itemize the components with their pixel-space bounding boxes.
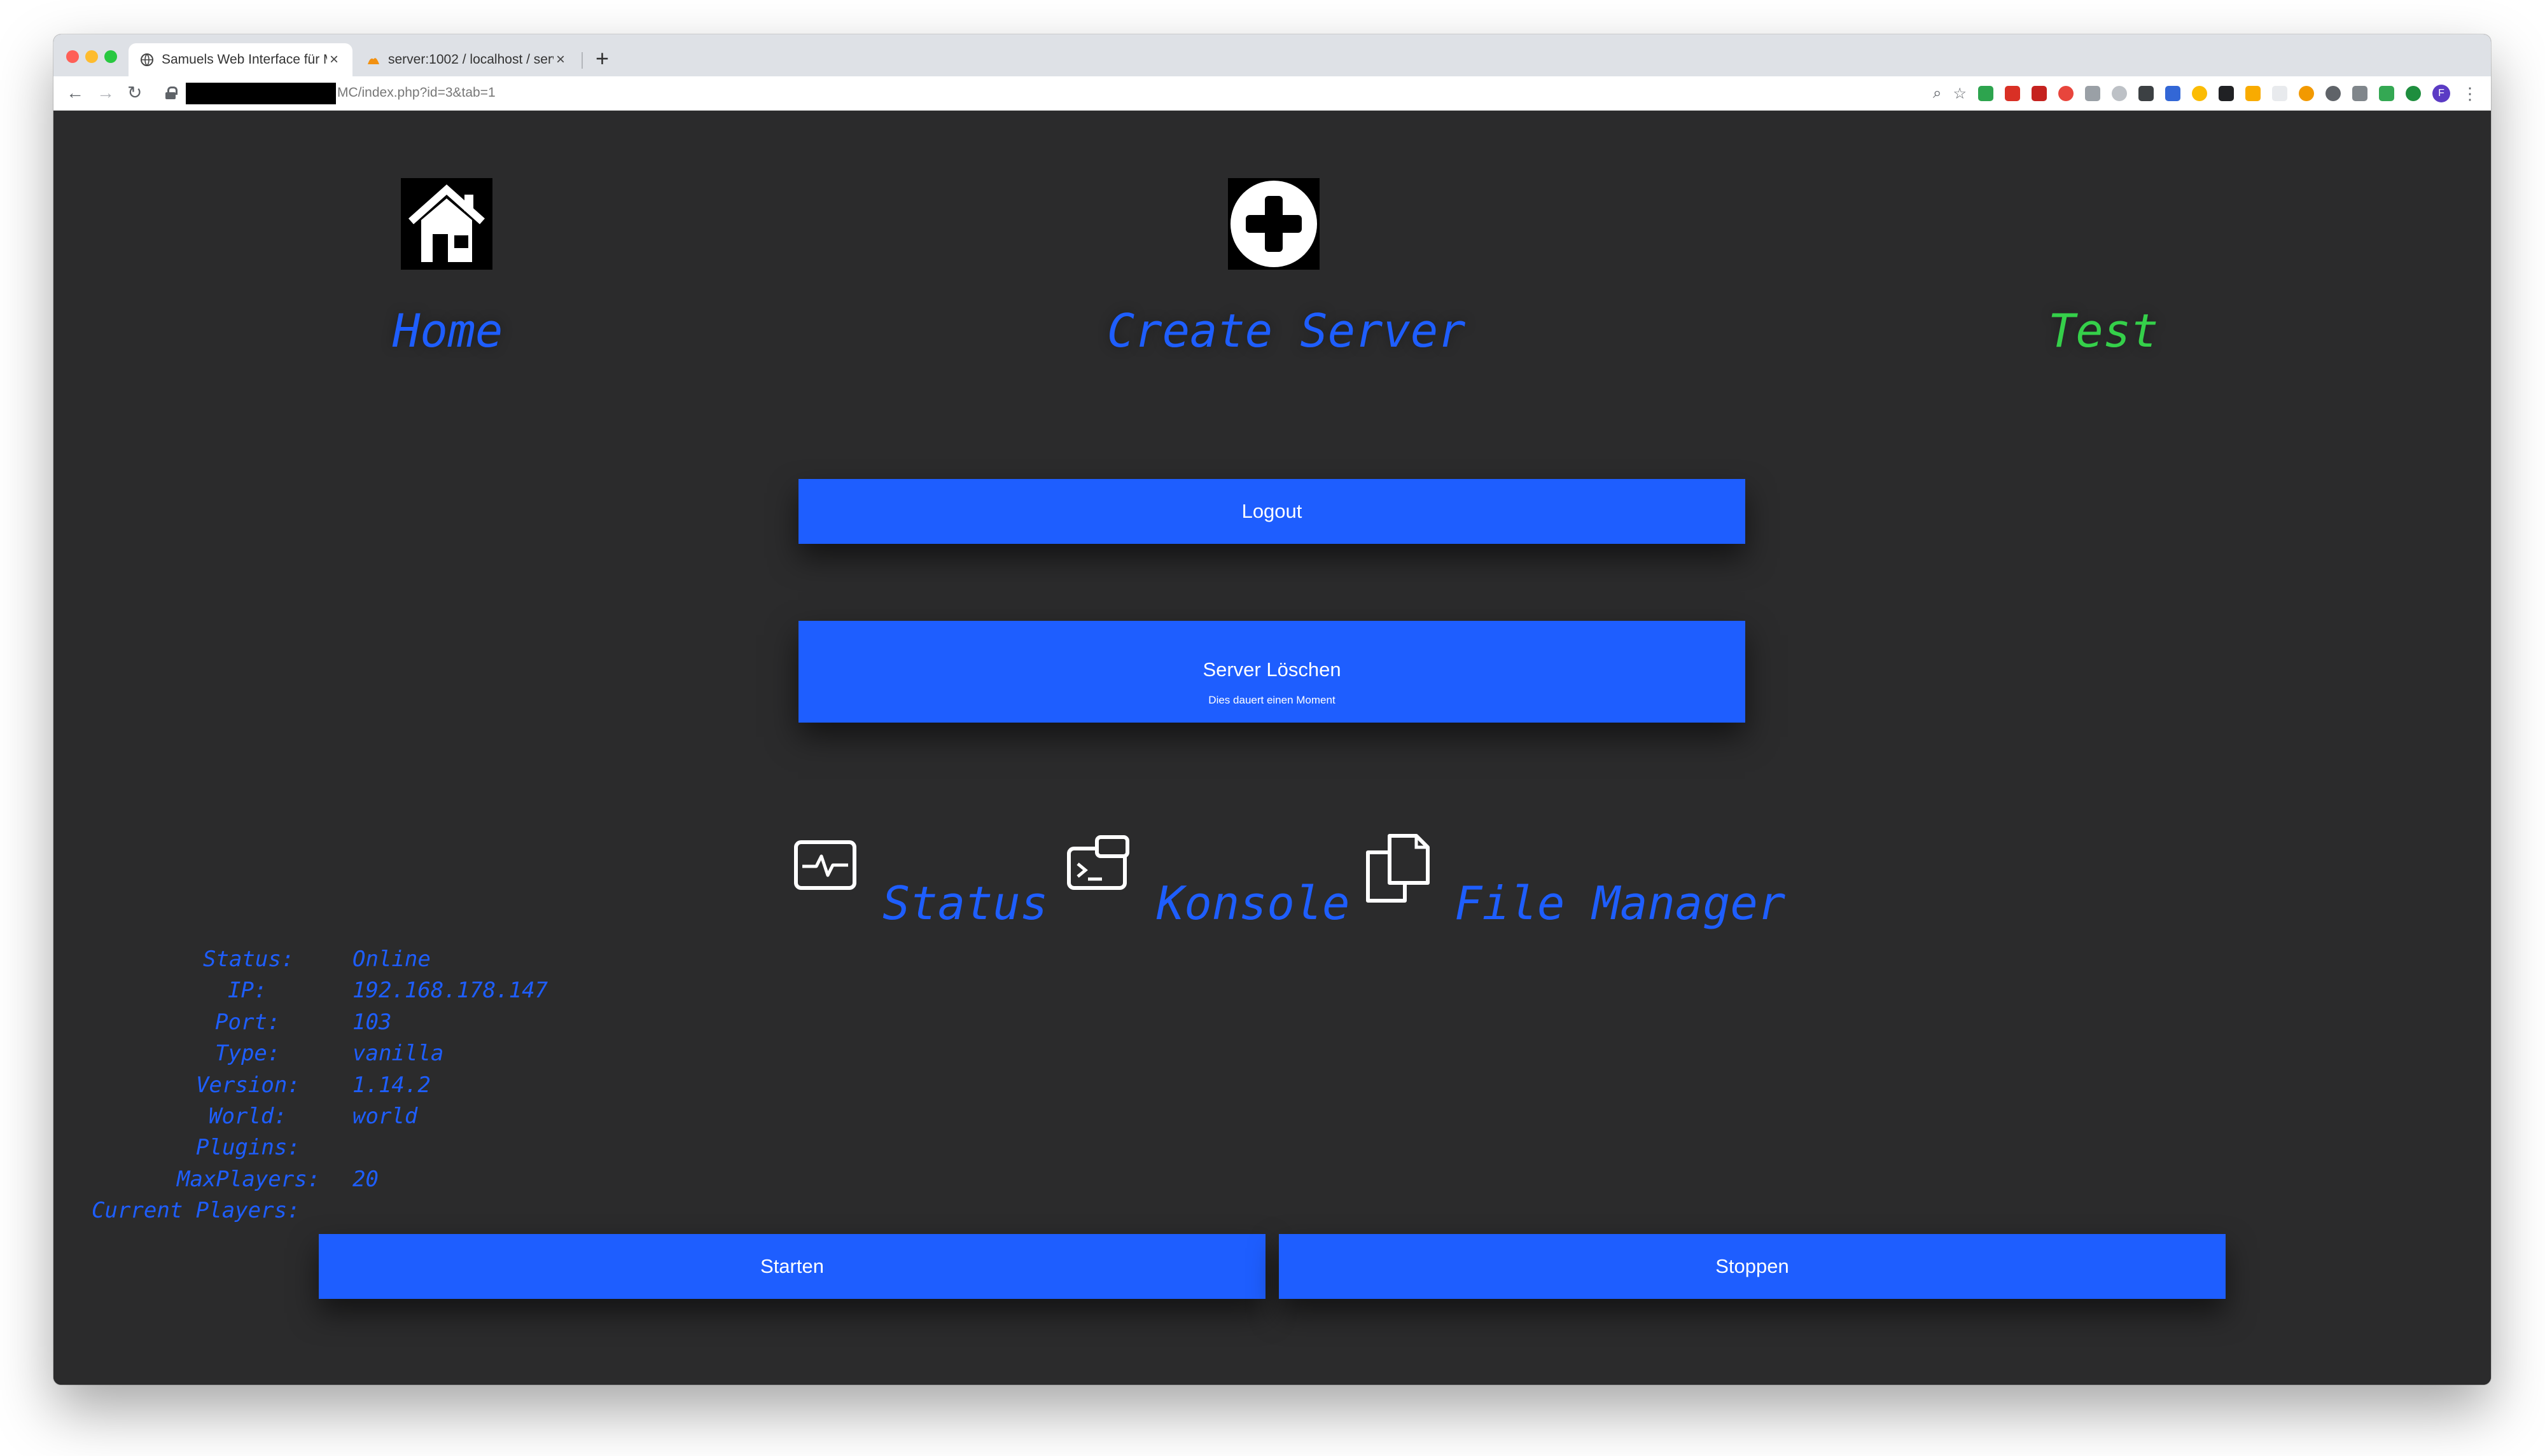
new-tab-button[interactable]: + xyxy=(596,47,609,70)
tab-konsole[interactable]: Konsole xyxy=(1066,835,1359,930)
info-key: Current Players: xyxy=(92,1198,300,1224)
extension-icon[interactable] xyxy=(2005,86,2020,101)
tab-title: server:1002 / localhost / serve xyxy=(388,52,554,67)
extension-icon[interactable] xyxy=(2406,86,2421,101)
close-tab-icon[interactable]: × xyxy=(327,51,341,69)
info-value: 1.14.2 xyxy=(352,1072,431,1098)
info-key: World: xyxy=(209,1103,287,1129)
info-value: 20 xyxy=(352,1166,379,1192)
extension-icon[interactable] xyxy=(2112,86,2127,101)
info-row-status: Status: Online xyxy=(92,946,664,978)
extension-icon[interactable] xyxy=(2192,86,2207,101)
tab-phpmyadmin[interactable]: server:1002 / localhost / serve × xyxy=(355,43,579,76)
extension-icon[interactable] xyxy=(1978,86,1993,101)
address-bar[interactable]: MC/index.php?id=3&tab=1 xyxy=(337,85,496,101)
toolbar-extensions: ⌕ ☆ F ⋮ xyxy=(1933,83,2478,104)
maximize-window-button[interactable] xyxy=(104,50,117,63)
extension-icon[interactable] xyxy=(2352,86,2367,101)
browser-menu-icon[interactable]: ⋮ xyxy=(2462,85,2478,102)
extension-icon[interactable] xyxy=(2299,86,2314,101)
info-key: Port: xyxy=(215,1009,281,1035)
home-icon[interactable] xyxy=(401,178,492,270)
redacted-host xyxy=(186,83,336,104)
reload-icon[interactable]: ↻ xyxy=(127,83,142,103)
info-key: Type: xyxy=(215,1041,281,1067)
stop-server-button[interactable]: Stoppen xyxy=(1279,1234,2226,1299)
tab-title: Samuels Web Interface für Min xyxy=(162,52,327,67)
info-value: 192.168.178.147 xyxy=(352,978,548,1004)
delete-server-button[interactable]: Server Löschen Dies dauert einen Moment xyxy=(798,621,1745,723)
nav-test-link[interactable]: Test xyxy=(2048,305,2158,356)
activity-monitor-icon xyxy=(794,840,856,890)
tab-strip: Samuels Web Interface für Min × server:1… xyxy=(53,34,2491,76)
tab-status-label: Status xyxy=(882,877,1049,930)
delete-server-hint: Dies dauert einen Moment xyxy=(1208,694,1335,706)
info-value: vanilla xyxy=(352,1041,444,1067)
info-value: 103 xyxy=(352,1009,392,1035)
tab-samuels-web-interface[interactable]: Samuels Web Interface für Min × xyxy=(129,43,352,76)
globe-icon xyxy=(140,53,154,67)
extension-icon[interactable] xyxy=(2165,86,2180,101)
nav-home-link[interactable]: Home xyxy=(393,305,503,356)
info-row-current-players: Current Players: xyxy=(92,1198,664,1229)
copy-files-icon xyxy=(1366,834,1430,903)
info-key: MaxPlayers: xyxy=(177,1166,321,1192)
info-row-port: Port: 103 xyxy=(92,1009,664,1041)
server-info: Status: Online IP: 192.168.178.147 Port:… xyxy=(92,946,664,1230)
close-window-button[interactable] xyxy=(66,50,79,63)
tab-konsole-label: Konsole xyxy=(1157,877,1350,930)
lock-icon[interactable] xyxy=(165,87,178,99)
extension-icon[interactable] xyxy=(2379,86,2394,101)
info-row-plugins: Plugins: xyxy=(92,1135,664,1166)
info-row-maxplayers: MaxPlayers: 20 xyxy=(92,1167,664,1198)
phpmyadmin-icon xyxy=(366,53,380,67)
extension-icon[interactable] xyxy=(2085,86,2100,101)
profile-avatar[interactable]: F xyxy=(2432,85,2450,102)
browser-window: Samuels Web Interface für Min × server:1… xyxy=(53,34,2491,1385)
close-tab-icon[interactable]: × xyxy=(554,51,568,69)
extension-icon[interactable] xyxy=(2058,86,2074,101)
bookmark-star-icon[interactable]: ☆ xyxy=(1953,85,1967,103)
info-key: Version: xyxy=(196,1072,300,1098)
info-row-ip: IP: 192.168.178.147 xyxy=(92,978,664,1009)
info-value: world xyxy=(352,1103,418,1129)
logout-button[interactable]: Logout xyxy=(798,479,1745,544)
tab-file-manager[interactable]: File Manager xyxy=(1364,833,1822,929)
extension-icon[interactable] xyxy=(2325,86,2341,101)
info-row-version: Version: 1.14.2 xyxy=(92,1072,664,1104)
info-row-world: World: world xyxy=(92,1104,664,1135)
zoom-icon[interactable]: ⌕ xyxy=(1933,85,1941,102)
extension-icon[interactable] xyxy=(2032,86,2047,101)
delete-server-label: Server Löschen xyxy=(1203,658,1341,681)
terminal-icon xyxy=(1067,835,1129,890)
nav-create-server-link[interactable]: Create Server xyxy=(1107,305,1466,356)
page-content: Home Create Server Test Logout Server Lö… xyxy=(53,111,2491,1385)
extension-icon[interactable] xyxy=(2219,86,2234,101)
browser-toolbar: ← → ↻ MC/index.php?id=3&tab=1 ⌕ ☆ F ⋮ xyxy=(53,76,2491,111)
info-key: Plugins: xyxy=(196,1135,300,1161)
info-key: Status: xyxy=(203,946,295,972)
info-row-type: Type: vanilla xyxy=(92,1041,664,1072)
tab-divider xyxy=(582,52,583,69)
info-value: Online xyxy=(352,946,431,972)
extension-icon[interactable] xyxy=(2272,86,2287,101)
extension-icon[interactable] xyxy=(2245,86,2261,101)
info-key: IP: xyxy=(228,978,267,1004)
tab-file-manager-label: File Manager xyxy=(1454,877,1786,930)
back-arrow-icon[interactable]: ← xyxy=(66,83,84,103)
plus-circle-icon[interactable] xyxy=(1228,178,1320,270)
tab-status[interactable]: Status xyxy=(793,840,1092,929)
extension-icon[interactable] xyxy=(2138,86,2154,101)
minimize-window-button[interactable] xyxy=(85,50,98,63)
forward-arrow-icon[interactable]: → xyxy=(97,83,115,103)
start-server-button[interactable]: Starten xyxy=(319,1234,1266,1299)
